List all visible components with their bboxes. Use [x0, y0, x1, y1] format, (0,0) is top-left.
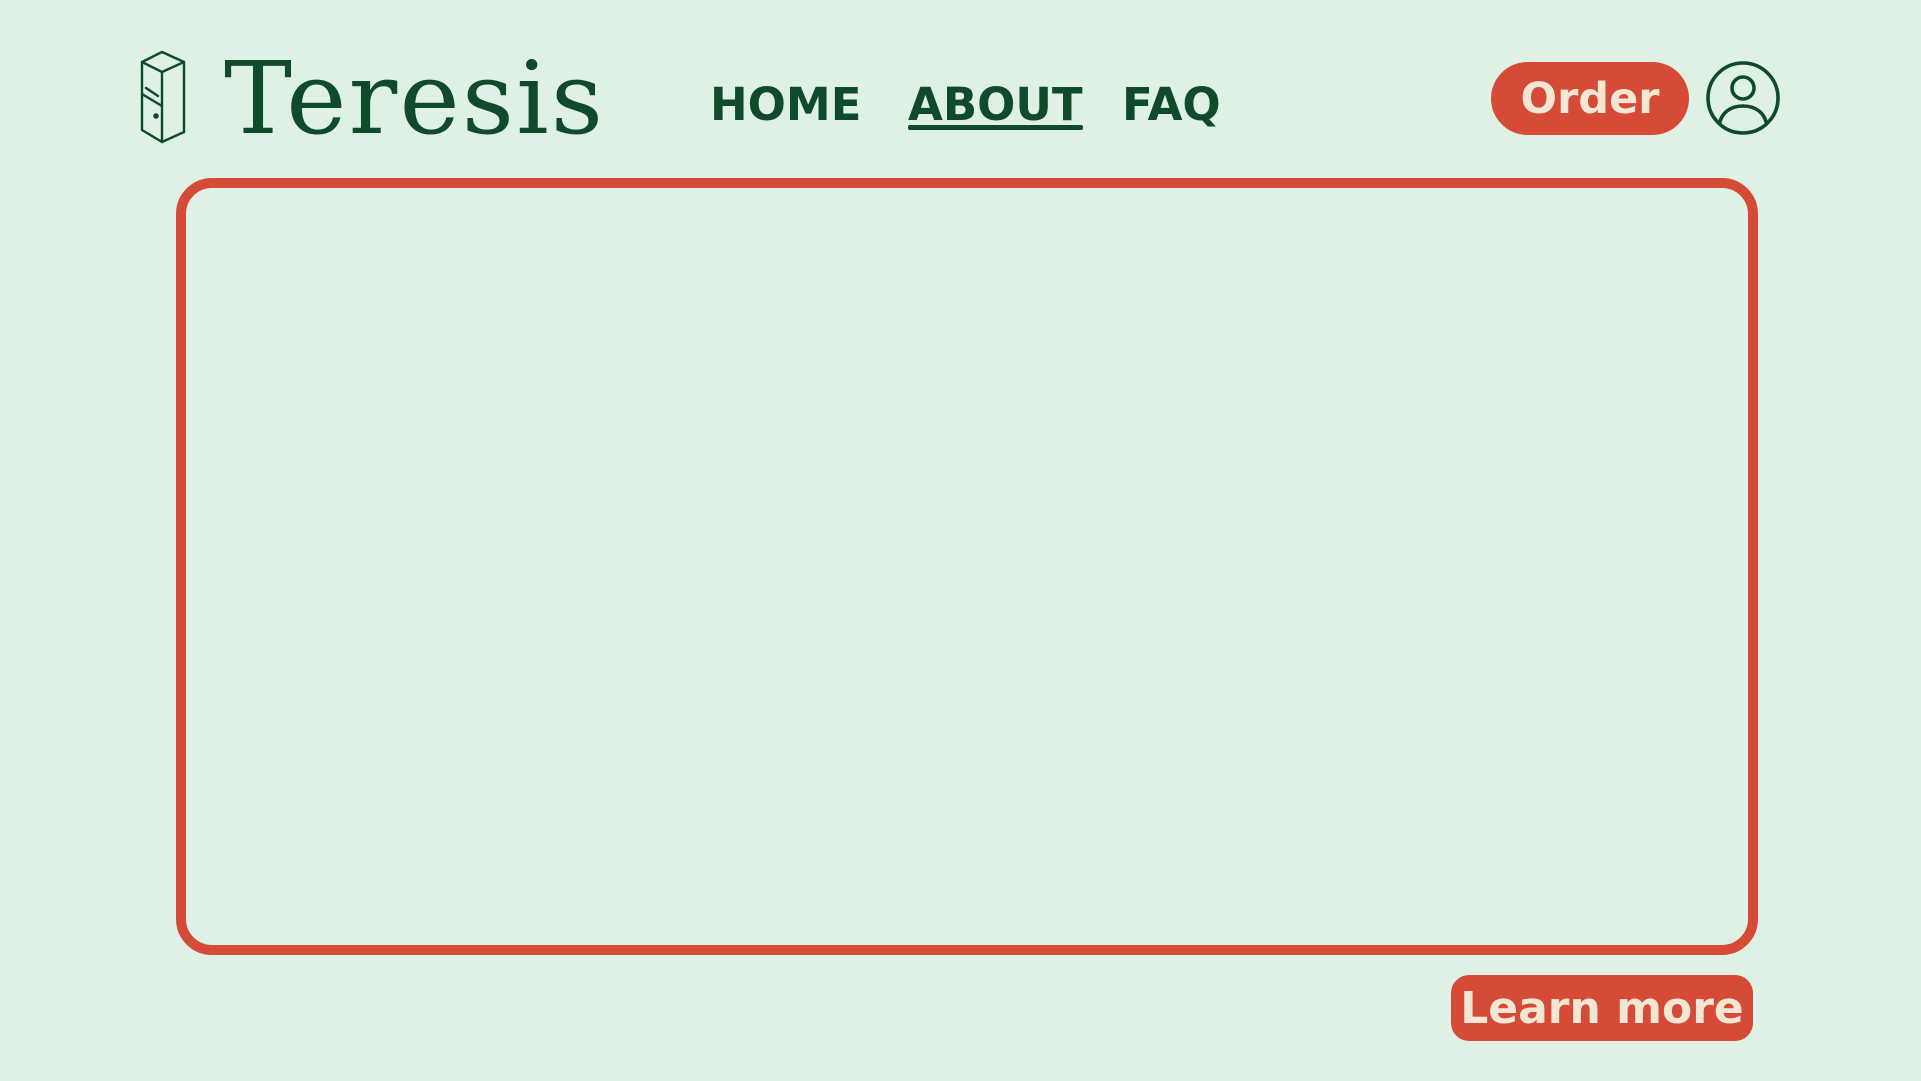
nav-link-faq[interactable]: FAQ	[1122, 78, 1221, 132]
nav-link-home[interactable]: HOME	[710, 78, 861, 132]
learn-more-button[interactable]: Learn more	[1451, 975, 1753, 1041]
content-frame	[176, 178, 1758, 955]
main-navigation: HOME ABOUT FAQ	[700, 78, 1221, 142]
brand-logo[interactable]: Teresis	[138, 48, 603, 149]
profile-button[interactable]	[1705, 60, 1781, 136]
brand-name: Teresis	[224, 40, 606, 157]
open-door-icon	[140, 50, 186, 144]
user-profile-icon	[1706, 61, 1780, 135]
nav-link-about[interactable]: ABOUT	[908, 78, 1083, 132]
order-button[interactable]: Order	[1491, 62, 1689, 135]
